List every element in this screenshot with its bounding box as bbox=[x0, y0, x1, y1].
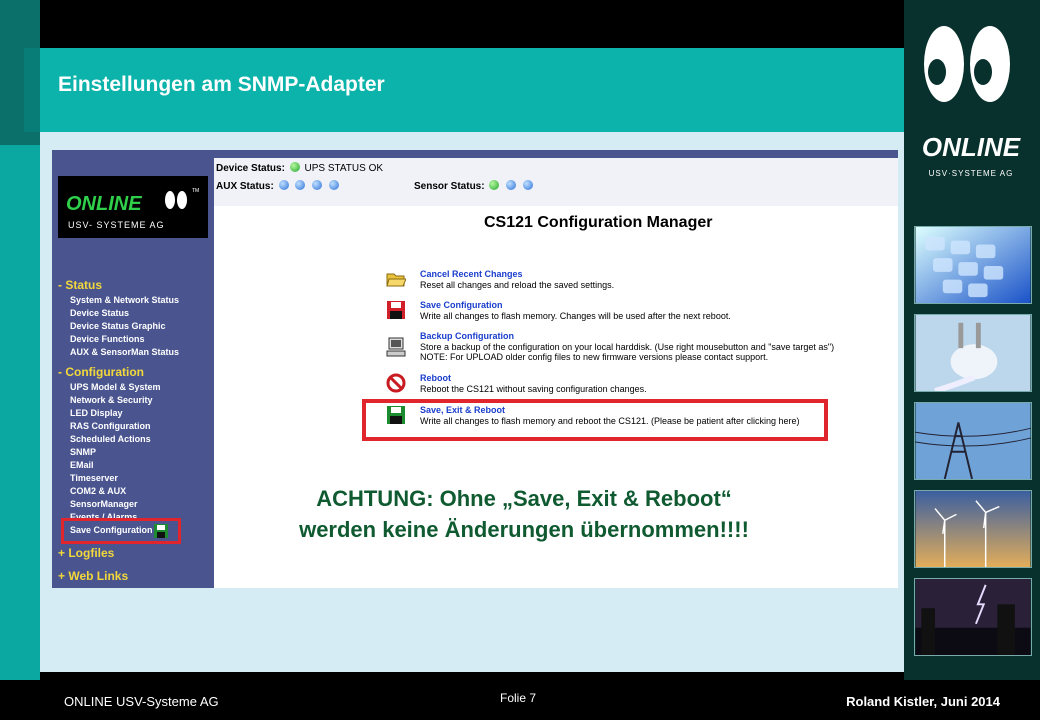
wind-turbine-photo bbox=[914, 490, 1032, 568]
sidebar-item-sensormanager[interactable]: SensorManager bbox=[70, 499, 138, 509]
sidebar-item-ras-configuration[interactable]: RAS Configuration bbox=[70, 421, 151, 431]
cs121-sidebar: ONLINE TM USV- SYSTEME AG - Status Syste… bbox=[52, 150, 214, 588]
save-configuration-link[interactable]: Save Configuration bbox=[420, 300, 503, 310]
backup-configuration-link[interactable]: Backup Configuration bbox=[420, 331, 514, 341]
aux-led-4-icon bbox=[328, 180, 339, 190]
cancel-recent-changes-link[interactable]: Cancel Recent Changes bbox=[420, 269, 523, 279]
warning-line-2: werden keine Änderungen übernommen!!!! bbox=[299, 517, 749, 542]
svg-text:USV- SYSTEME AG: USV- SYSTEME AG bbox=[68, 220, 165, 230]
title-band-accent bbox=[24, 48, 40, 132]
no-entry-icon bbox=[386, 373, 406, 393]
backup-configuration-note: NOTE: For UPLOAD older config files to n… bbox=[420, 352, 769, 362]
sidebar-item-scheduled-actions[interactable]: Scheduled Actions bbox=[70, 434, 151, 444]
sidebar-section-web-links[interactable]: + Web Links bbox=[58, 569, 128, 583]
sensor-led-1-icon bbox=[489, 180, 500, 190]
city-lightning-photo bbox=[914, 578, 1032, 656]
device-status-value: UPS STATUS OK bbox=[304, 163, 384, 174]
title-band: Einstellungen am SNMP-Adapter bbox=[24, 48, 904, 132]
sidebar-section-status[interactable]: - Status bbox=[58, 278, 102, 292]
cs121-screenshot: ONLINE TM USV- SYSTEME AG - Status Syste… bbox=[52, 150, 898, 588]
footer-slide-number: Folie 7 bbox=[500, 691, 537, 705]
sidebar-item-snmp[interactable]: SNMP bbox=[70, 447, 96, 457]
sensor-status: Sensor Status: bbox=[414, 180, 535, 192]
save-configuration-desc: Write all changes to flash memory. Chang… bbox=[420, 311, 731, 321]
aux-led-2-icon bbox=[295, 180, 306, 190]
slide-title: Einstellungen am SNMP-Adapter bbox=[58, 73, 385, 96]
sidebar-item-device-functions[interactable]: Device Functions bbox=[70, 334, 145, 344]
logo-text: ONLINE bbox=[922, 132, 1021, 162]
backup-configuration-desc: Store a backup of the configuration on y… bbox=[420, 342, 835, 352]
reboot-action[interactable]: Reboot Reboot the CS121 without saving c… bbox=[386, 373, 848, 399]
status-ok-led-icon bbox=[289, 162, 300, 172]
aux-status: AUX Status: bbox=[216, 180, 341, 192]
svg-text:ONLINE: ONLINE bbox=[66, 193, 142, 215]
reboot-link[interactable]: Reboot bbox=[420, 373, 451, 383]
sidebar-section-logfiles[interactable]: + Logfiles bbox=[58, 546, 114, 560]
backup-configuration-action[interactable]: Backup Configuration Store a backup of t… bbox=[386, 331, 848, 367]
reboot-desc: Reboot the CS121 without saving configur… bbox=[420, 384, 647, 394]
logo-subtext: USV·SYSTEME AG bbox=[929, 169, 1014, 178]
left-teal-bar bbox=[0, 145, 40, 680]
sidebar-online-logo: ONLINE TM USV- SYSTEME AG bbox=[58, 176, 208, 238]
aux-led-1-icon bbox=[278, 180, 289, 190]
online-logo: ONLINE USV·SYSTEME AG bbox=[922, 26, 1021, 178]
footer-company: ONLINE USV-Systeme AG bbox=[64, 694, 219, 709]
folder-icon bbox=[386, 273, 406, 287]
footer-author-date: Roland Kistler, Juni 2014 bbox=[846, 694, 1000, 709]
warning-line-1: ACHTUNG: Ohne „Save, Exit & Reboot“ bbox=[316, 486, 732, 511]
sidebar-item-timeserver[interactable]: Timeserver bbox=[70, 473, 118, 483]
sidebar-section-configuration[interactable]: - Configuration bbox=[58, 365, 144, 379]
config-manager-heading: CS121 Configuration Manager bbox=[484, 214, 713, 231]
device-status: Device Status: UPS STATUS OK bbox=[216, 162, 384, 174]
computer-icon bbox=[386, 337, 406, 357]
svg-text:TM: TM bbox=[192, 188, 199, 194]
save-configuration-action[interactable]: Save Configuration Write all changes to … bbox=[387, 300, 848, 326]
sidebar-item-ups-model[interactable]: UPS Model & System bbox=[70, 382, 161, 392]
floppy-red-icon bbox=[387, 301, 405, 319]
slide-footer: ONLINE USV-Systeme AG Folie 7 Roland Kis… bbox=[0, 680, 1040, 720]
keyboard-photo bbox=[914, 226, 1032, 304]
sidebar-item-device-status[interactable]: Device Status bbox=[70, 308, 129, 318]
cancel-recent-changes-action[interactable]: Cancel Recent Changes Reset all changes … bbox=[386, 269, 848, 295]
sidebar-item-com2-aux[interactable]: COM2 & AUX bbox=[70, 486, 126, 496]
sensor-led-3-icon bbox=[522, 180, 533, 190]
aux-led-3-icon bbox=[312, 180, 323, 190]
sidebar-item-email[interactable]: EMail bbox=[70, 460, 94, 470]
sidebar-item-network-security[interactable]: Network & Security bbox=[70, 395, 153, 405]
sidebar-item-led-display[interactable]: LED Display bbox=[70, 408, 123, 418]
status-bar: Device Status: UPS STATUS OK AUX Status:… bbox=[214, 150, 898, 206]
save-configuration-highlight bbox=[61, 518, 181, 544]
sidebar-item-device-status-graphic[interactable]: Device Status Graphic bbox=[70, 321, 166, 331]
warning-text: ACHTUNG: Ohne „Save, Exit & Reboot“ werd… bbox=[264, 483, 784, 545]
plug-photo bbox=[914, 314, 1032, 392]
power-line-photo bbox=[914, 402, 1032, 480]
sensor-led-2-icon bbox=[506, 180, 517, 190]
sidebar-item-system-network-status[interactable]: System & Network Status bbox=[70, 295, 179, 305]
sidebar-item-aux-sensorman-status[interactable]: AUX & SensorMan Status bbox=[70, 347, 179, 357]
cancel-recent-changes-desc: Reset all changes and reload the saved s… bbox=[420, 280, 615, 290]
save-exit-reboot-highlight bbox=[362, 399, 828, 441]
